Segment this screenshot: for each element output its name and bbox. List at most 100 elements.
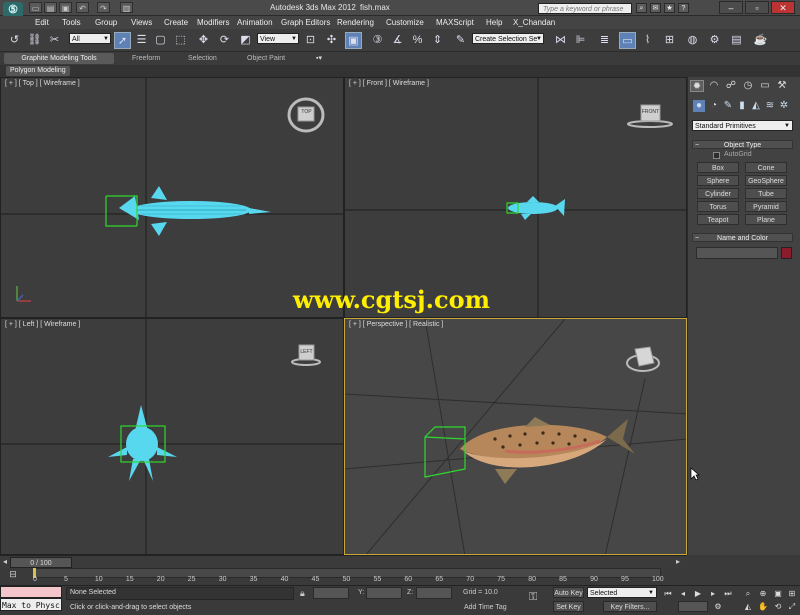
viewport-front[interactable]: [ + ] [ Front ] [ Wireframe ] FRONT	[344, 77, 687, 318]
cone-button[interactable]: Cone	[745, 162, 787, 173]
menu-animation[interactable]: Animation	[237, 17, 273, 28]
select-by-name-icon[interactable]: ☰	[133, 32, 150, 49]
teapot-button[interactable]: Teapot	[697, 214, 739, 225]
current-frame-field[interactable]	[678, 601, 708, 612]
plane-button[interactable]: Plane	[745, 214, 787, 225]
pivot-center-icon[interactable]: ⊡	[302, 32, 319, 49]
systems-icon[interactable]: ✲	[778, 100, 790, 112]
field-of-view-icon[interactable]: ◭	[742, 602, 754, 612]
menu-maxscript[interactable]: MAXScript	[436, 17, 474, 28]
reference-coordinate-dropdown[interactable]: View ▼	[257, 33, 299, 44]
time-slider[interactable]: ◂ 0 / 100 ▸	[0, 555, 687, 568]
orbit-icon[interactable]: ⟲	[772, 602, 784, 612]
schematic-view-icon[interactable]: ⊞	[661, 32, 678, 49]
lights-icon[interactable]: ✎	[722, 100, 734, 112]
tab-polygon-modeling[interactable]: Polygon Modeling	[6, 66, 70, 76]
maximize-button[interactable]: ▫	[745, 1, 769, 14]
maximize-viewport-icon[interactable]: ⤢	[786, 602, 798, 612]
select-and-scale-icon[interactable]: ◩	[237, 32, 254, 49]
close-button[interactable]: ✕	[771, 1, 795, 14]
helpers-icon[interactable]: ◭	[750, 100, 762, 112]
slider-prev-icon[interactable]: ◂	[3, 557, 7, 566]
x-coordinate-field[interactable]	[313, 587, 349, 599]
edit-named-selection-icon[interactable]: ✎	[452, 32, 469, 49]
curve-editor-icon[interactable]: ⌇	[639, 32, 656, 49]
menu-customize[interactable]: Customize	[386, 17, 424, 28]
redo-icon[interactable]: ↷	[97, 2, 110, 13]
go-to-end-icon[interactable]: ⏭	[722, 589, 734, 599]
viewport-top-label[interactable]: [ + ] [ Top ] [ Wireframe ]	[5, 80, 80, 87]
shapes-icon[interactable]: ◔	[708, 100, 720, 112]
track-bar[interactable]: ⊟ 0 5 10 15 20 25 30 35 40 45 50 55 60 65 70 75 80 85 90 95…	[0, 568, 664, 585]
geometry-icon[interactable]: ●	[693, 100, 705, 112]
modify-tab-icon[interactable]: ◠	[707, 80, 721, 92]
z-coordinate-field[interactable]	[416, 587, 452, 599]
binoculars-icon[interactable]: ⌕	[636, 3, 647, 13]
menu-views[interactable]: Views	[131, 17, 152, 28]
tab-graphite-modeling-tools[interactable]: Graphite Modeling Tools	[4, 53, 114, 64]
zoom-icon[interactable]: ⌕	[742, 589, 754, 599]
box-button[interactable]: Box	[697, 162, 739, 173]
tab-object-paint[interactable]: Object Paint	[247, 53, 285, 64]
ribbon-options-icon[interactable]: ▪▾	[316, 53, 322, 64]
select-and-rotate-icon[interactable]: ⟳	[216, 32, 233, 49]
rectangular-selection-icon[interactable]: ▢	[152, 32, 169, 49]
tube-button[interactable]: Tube	[745, 188, 787, 199]
menu-graph-editors[interactable]: Graph Editors	[281, 17, 330, 28]
maxscript-listener-output[interactable]	[0, 586, 62, 598]
previous-frame-icon[interactable]: ◂	[677, 589, 689, 599]
go-to-start-icon[interactable]: ⏮	[662, 589, 674, 599]
render-setup-icon[interactable]: ⚙	[706, 32, 723, 49]
key-filters-button[interactable]: Key Filters...	[603, 601, 657, 612]
add-time-tag-button[interactable]: Add Time Tag	[464, 604, 507, 611]
menu-help[interactable]: Help	[486, 17, 502, 28]
menu-user[interactable]: X_Chandan	[513, 17, 555, 28]
viewport-top[interactable]: [ + ] [ Top ] [ Wireframe ] TOP	[0, 77, 344, 318]
next-frame-icon[interactable]: ▸	[707, 589, 719, 599]
viewport-left-label[interactable]: [ + ] [ Left ] [ Wireframe ]	[5, 321, 80, 328]
menu-group[interactable]: Group	[95, 17, 117, 28]
name-and-color-rollout[interactable]: − Name and Color	[692, 233, 793, 242]
key-selection-dropdown[interactable]: Selected ▼	[587, 587, 657, 598]
layer-manager-icon[interactable]: ≣	[596, 32, 613, 49]
undo-history-icon[interactable]: ↺	[6, 32, 23, 49]
object-type-rollout[interactable]: − Object Type	[692, 140, 793, 149]
mirror-icon[interactable]: ⋈	[552, 32, 569, 49]
selection-lock-icon[interactable]: 🔒︎	[300, 588, 310, 598]
save-file-icon[interactable]: ▣	[59, 2, 72, 13]
object-color-swatch[interactable]	[781, 247, 792, 259]
geosphere-button[interactable]: GeoSphere	[745, 175, 787, 186]
autogrid-checkbox[interactable]	[713, 152, 720, 159]
new-file-icon[interactable]: ▭	[29, 2, 42, 13]
time-slider-thumb[interactable]: 0 / 100	[10, 557, 72, 568]
menu-tools[interactable]: Tools	[62, 17, 81, 28]
zoom-extents-all-icon[interactable]: ⊞	[786, 589, 798, 599]
y-coordinate-field[interactable]	[366, 587, 402, 599]
primitive-category-dropdown[interactable]: Standard Primitives ▼	[692, 120, 793, 131]
viewport-perspective[interactable]: [ + ] [ Perspective ] [ Realistic ]	[344, 318, 687, 555]
cameras-icon[interactable]: ▮	[736, 100, 748, 112]
pan-view-icon[interactable]: ✋	[757, 602, 769, 612]
object-name-field[interactable]	[696, 247, 778, 259]
material-editor-icon[interactable]: ◍	[684, 32, 701, 49]
named-selection-sets-dropdown[interactable]: Create Selection Se ▼	[472, 33, 544, 44]
hierarchy-tab-icon[interactable]: ☍	[724, 80, 738, 92]
percent-snap-icon[interactable]: %	[409, 32, 426, 49]
viewcube-front[interactable]: FRONT	[641, 109, 660, 115]
motion-tab-icon[interactable]: ◷	[741, 80, 755, 92]
set-key-button[interactable]: Set Key	[553, 601, 584, 612]
auto-key-button[interactable]: Auto Key	[553, 587, 584, 598]
menu-create[interactable]: Create	[164, 17, 188, 28]
select-object-icon[interactable]: ➚	[114, 32, 131, 49]
select-and-move-icon[interactable]: ✥	[195, 32, 212, 49]
viewcube-top[interactable]: TOP	[299, 109, 314, 115]
selection-filter-dropdown[interactable]: All ▼	[69, 33, 111, 44]
viewport-perspective-label[interactable]: [ + ] [ Perspective ] [ Realistic ]	[349, 321, 443, 328]
undo-icon[interactable]: ↶	[76, 2, 89, 13]
mini-curve-editor-icon[interactable]: ⊟	[4, 569, 22, 581]
zoom-extents-icon[interactable]: ▣	[772, 589, 784, 599]
graphite-toggle-icon[interactable]: ▭	[619, 32, 636, 49]
torus-button[interactable]: Torus	[697, 201, 739, 212]
maxscript-mini-listener[interactable]: Max to Physc	[0, 598, 62, 611]
open-file-icon[interactable]: ▤	[44, 2, 57, 13]
